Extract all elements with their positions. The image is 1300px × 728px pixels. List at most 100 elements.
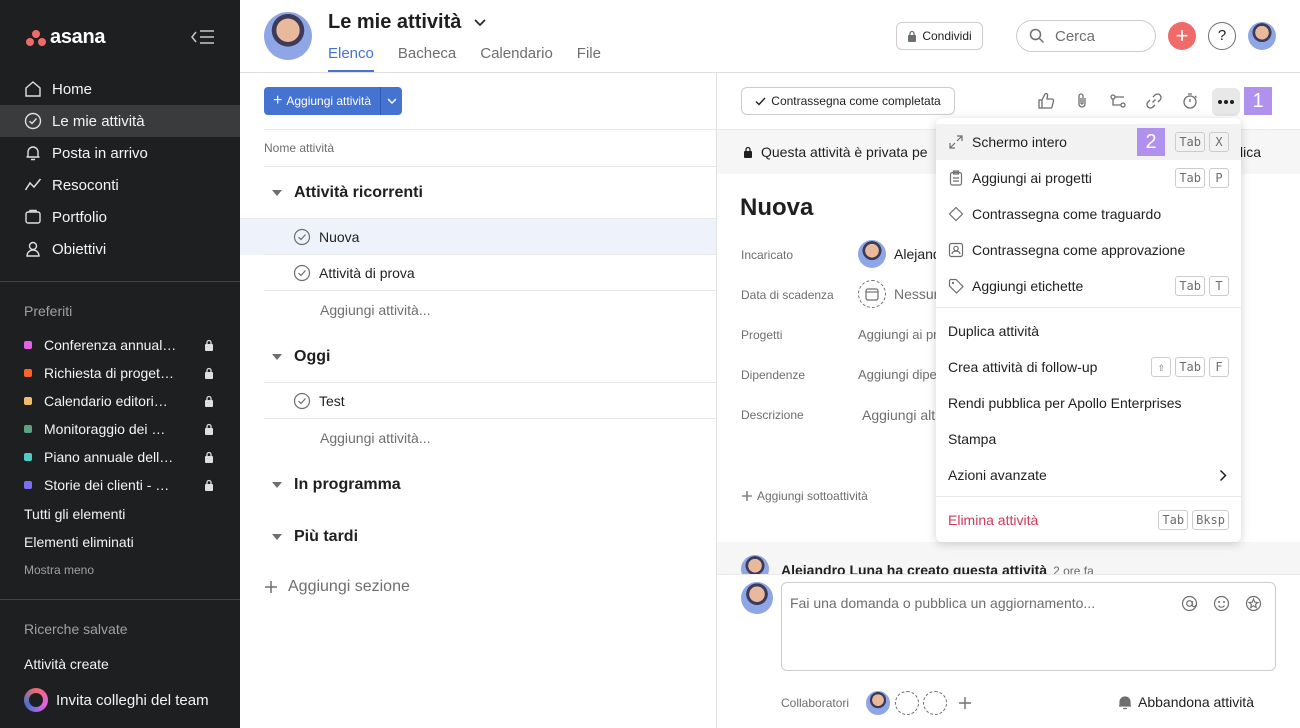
favorite-item[interactable]: Storie dei clienti - … bbox=[24, 471, 214, 499]
check-circle-icon[interactable] bbox=[293, 228, 311, 246]
task-row[interactable]: Attività di prova bbox=[264, 255, 716, 291]
add-task-dropdown[interactable] bbox=[380, 87, 403, 115]
plus-icon[interactable] bbox=[959, 697, 971, 709]
mark-complete-button[interactable]: Contrassegna come completata bbox=[741, 87, 955, 115]
share-button[interactable]: Condividi bbox=[896, 22, 983, 50]
field-label-dependencies: Dipendenze bbox=[741, 368, 806, 382]
appreciation-icon[interactable] bbox=[1245, 595, 1262, 612]
menu-item-print[interactable]: Stampa bbox=[936, 421, 1241, 457]
menu-item-duplicate[interactable]: Duplica attività bbox=[936, 313, 1241, 349]
sidebar-item-portfolio[interactable]: Portfolio bbox=[0, 201, 240, 233]
menu-item-make-public[interactable]: Rendi pubblica per Apollo Enterprises bbox=[936, 385, 1241, 421]
add-section-button[interactable]: Aggiungi sezione bbox=[264, 578, 410, 596]
menu-item-fullscreen[interactable]: Schermo intero Tab X bbox=[936, 124, 1241, 160]
quick-add-button[interactable]: + bbox=[1168, 22, 1196, 50]
sidebar-item-inbox[interactable]: Posta in arrivo bbox=[0, 137, 240, 169]
all-items-link[interactable]: Tutti gli elementi bbox=[24, 506, 125, 522]
collapse-sidebar-icon[interactable] bbox=[190, 27, 216, 47]
menu-item-advanced-actions[interactable]: Azioni avanzate bbox=[936, 457, 1241, 493]
menu-item-delete[interactable]: Elimina attività Tab Bksp bbox=[936, 502, 1241, 538]
sidebar-item-my-tasks[interactable]: Le mie attività bbox=[0, 105, 240, 137]
show-less-link[interactable]: Mostra meno bbox=[24, 563, 94, 577]
add-task-row[interactable]: Aggiungi attività... bbox=[320, 302, 431, 318]
divider bbox=[264, 290, 716, 291]
menu-item-follow-up[interactable]: Crea attività di follow-up ⇧ Tab F bbox=[936, 349, 1241, 385]
menu-item-label: Aggiungi ai progetti bbox=[972, 170, 1092, 186]
divider bbox=[0, 599, 240, 600]
due-date-value[interactable]: Nessun bbox=[894, 286, 941, 302]
mention-icon[interactable] bbox=[1181, 595, 1198, 612]
created-tasks-link[interactable]: Attività create bbox=[24, 656, 109, 672]
tab-files[interactable]: File bbox=[577, 45, 601, 72]
deleted-items-link[interactable]: Elementi eliminati bbox=[24, 534, 134, 550]
menu-item-add-tags[interactable]: Aggiungi etichette Tab T bbox=[936, 268, 1241, 304]
link-icon[interactable] bbox=[1141, 88, 1167, 114]
assignee-value[interactable]: Alejand bbox=[894, 246, 941, 262]
search-input[interactable]: Cerca bbox=[1016, 20, 1156, 52]
tab-calendar[interactable]: Calendario bbox=[480, 45, 553, 72]
lock-icon bbox=[204, 423, 214, 435]
tab-list[interactable]: Elenco bbox=[328, 45, 374, 72]
menu-item-label: Duplica attività bbox=[948, 323, 1040, 339]
collaborator-avatar[interactable] bbox=[866, 691, 890, 715]
make-public-link[interactable]: lica bbox=[1240, 144, 1261, 160]
activity-text: Alejandro Luna ha creato questa attività bbox=[781, 562, 1048, 574]
leave-task-button[interactable]: Abbandona attività bbox=[1118, 694, 1254, 710]
section-header[interactable]: Più tardi bbox=[272, 528, 358, 546]
section-header[interactable]: Attività ricorrenti bbox=[272, 184, 423, 202]
favorite-item[interactable]: Calendario editori… bbox=[24, 387, 214, 415]
step-badge-1: 1 bbox=[1244, 87, 1272, 115]
dependencies-value[interactable]: Aggiungi dipe bbox=[858, 367, 937, 382]
chart-line-icon bbox=[24, 176, 42, 194]
menu-item-label: Rendi pubblica per Apollo Enterprises bbox=[948, 395, 1182, 411]
like-icon[interactable] bbox=[1033, 88, 1059, 114]
help-button[interactable]: ? bbox=[1208, 22, 1236, 50]
bell-icon bbox=[1118, 695, 1132, 710]
add-task-row[interactable]: Aggiungi attività... bbox=[320, 430, 431, 446]
sidebar-item-goals[interactable]: Obiettivi bbox=[0, 233, 240, 265]
comment-input[interactable]: Fai una domanda o pubblica un aggiorname… bbox=[781, 582, 1276, 671]
add-task-button[interactable]: + Aggiungi attività bbox=[264, 87, 381, 115]
invite-teammates-button[interactable]: Invita colleghi del team bbox=[24, 688, 209, 712]
sidebar-item-home[interactable]: Home bbox=[0, 73, 240, 105]
page-title[interactable]: Le mie attività bbox=[328, 11, 487, 34]
emoji-icon[interactable] bbox=[1213, 595, 1230, 612]
menu-item-add-to-projects[interactable]: Aggiungi ai progetti Tab P bbox=[936, 160, 1241, 196]
more-actions-button[interactable] bbox=[1212, 88, 1240, 116]
section-header[interactable]: Oggi bbox=[272, 348, 330, 366]
favorite-item[interactable]: Piano annuale dell… bbox=[24, 443, 214, 471]
task-row[interactable]: Nuova bbox=[240, 219, 716, 255]
description-field[interactable]: Aggiungi alt bbox=[862, 407, 935, 423]
user-avatar[interactable] bbox=[1248, 22, 1276, 50]
asana-logo[interactable]: asana bbox=[26, 26, 106, 49]
favorite-item[interactable]: Richiesta di proget… bbox=[24, 359, 214, 387]
projects-value[interactable]: Aggiungi ai pr bbox=[858, 327, 938, 342]
tab-board[interactable]: Bacheca bbox=[398, 45, 456, 72]
calendar-icon[interactable] bbox=[858, 280, 886, 308]
check-circle-icon[interactable] bbox=[293, 392, 311, 410]
attachment-icon[interactable] bbox=[1069, 88, 1095, 114]
menu-item-milestone[interactable]: Contrassegna come traguardo bbox=[936, 196, 1241, 232]
subtasks-icon[interactable] bbox=[1105, 88, 1131, 114]
check-icon bbox=[755, 97, 766, 106]
section-header[interactable]: In programma bbox=[272, 476, 401, 494]
timer-icon[interactable] bbox=[1177, 88, 1203, 114]
add-collaborator-icon[interactable] bbox=[895, 691, 919, 715]
task-title[interactable]: Nuova bbox=[740, 194, 813, 222]
sidebar-item-reports[interactable]: Resoconti bbox=[0, 169, 240, 201]
shortcut-key: Tab bbox=[1175, 357, 1205, 377]
section-name: In programma bbox=[294, 476, 401, 493]
assignee-avatar[interactable] bbox=[858, 240, 886, 268]
check-circle-icon[interactable] bbox=[293, 264, 311, 282]
menu-item-label: Contrassegna come traguardo bbox=[972, 206, 1162, 222]
project-color-dot bbox=[24, 453, 32, 461]
favorite-label: Piano annuale dell… bbox=[44, 449, 174, 465]
column-header-task-name[interactable]: Nome attività bbox=[264, 141, 334, 155]
menu-item-approval[interactable]: Contrassegna come approvazione bbox=[936, 232, 1241, 268]
task-row[interactable]: Test bbox=[264, 383, 716, 419]
add-subtask-button[interactable]: Aggiungi sottoattività bbox=[742, 489, 868, 503]
favorite-item[interactable]: Monitoraggio dei … bbox=[24, 415, 214, 443]
user-avatar-large bbox=[264, 12, 312, 60]
add-collaborator-icon[interactable] bbox=[923, 691, 947, 715]
favorite-item[interactable]: Conferenza annual… bbox=[24, 331, 214, 359]
